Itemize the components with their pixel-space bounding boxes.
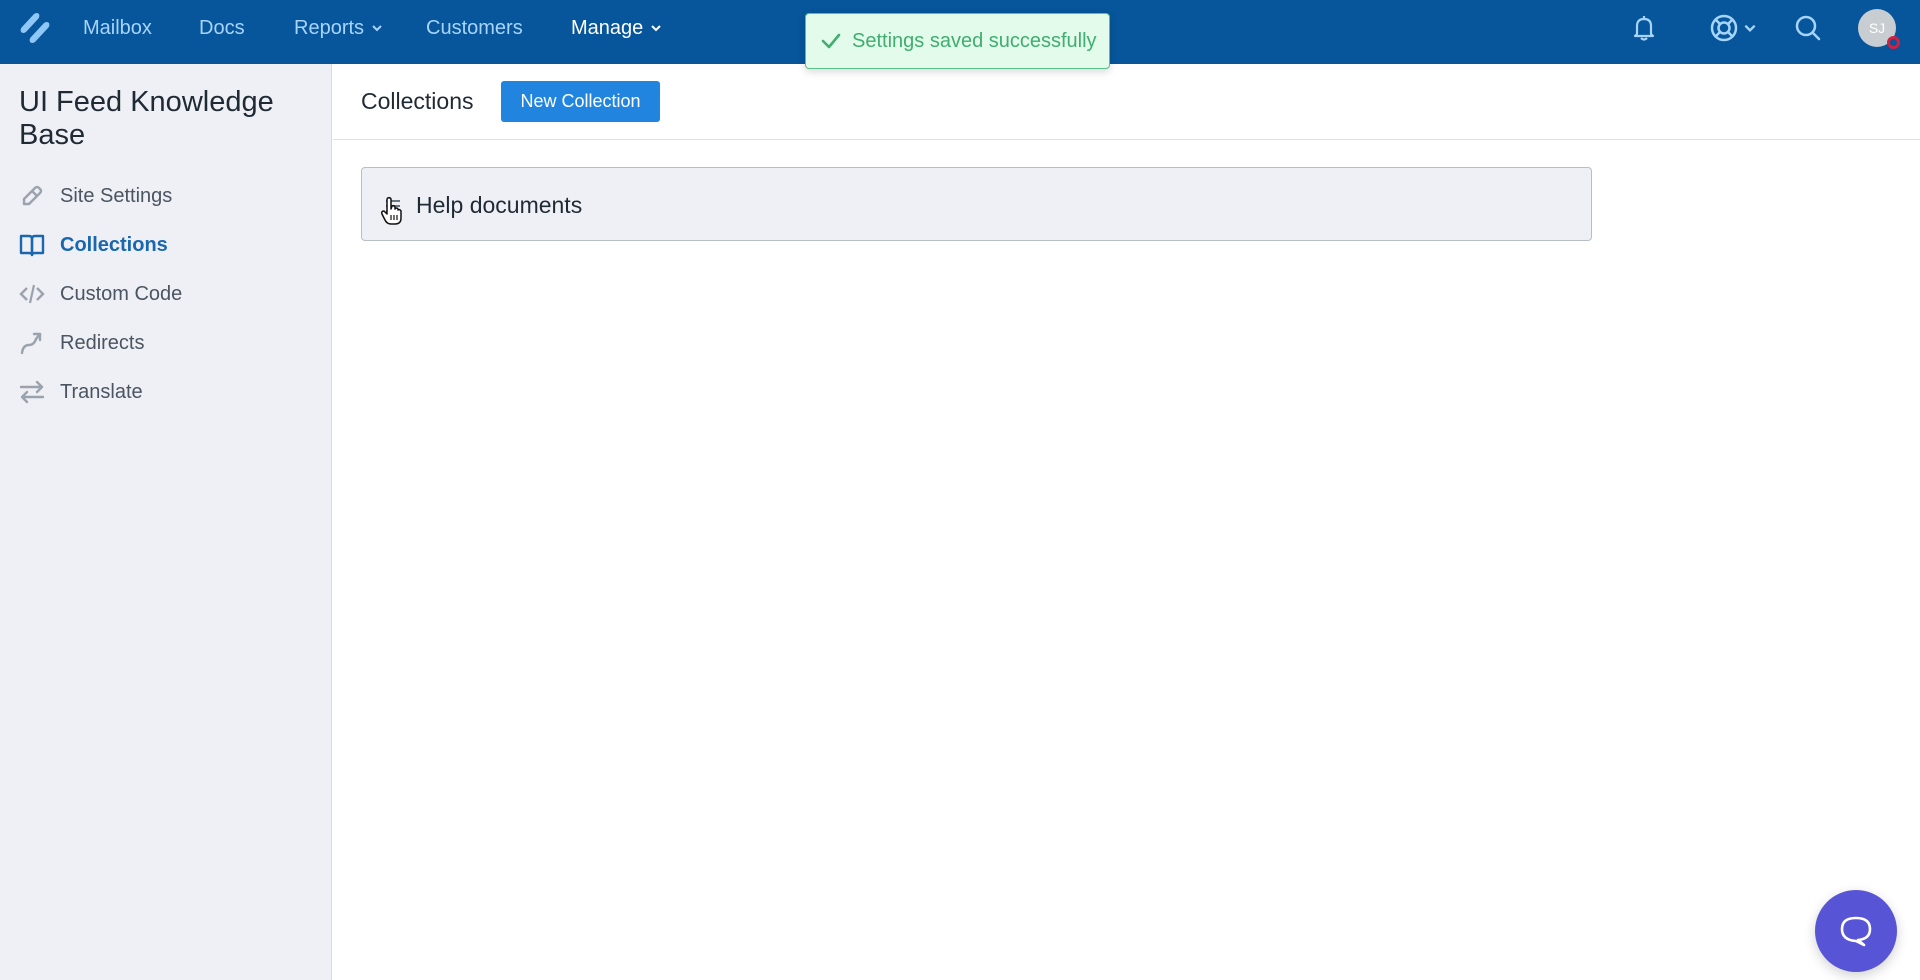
nav-reports-label: Reports [294, 16, 365, 39]
nav-mailbox-label: Mailbox [83, 16, 152, 39]
search-button[interactable] [1792, 10, 1824, 46]
sidebar: UI Feed Knowledge Base Site Settings Col… [0, 64, 332, 980]
check-icon [821, 33, 841, 49]
knowledge-base-title: UI Feed Knowledge Base [19, 86, 274, 151]
sidebar-item-label: Site Settings [60, 184, 173, 207]
sidebar-item-label: Redirects [60, 331, 145, 354]
sidebar-item-redirects[interactable]: Redirects [18, 328, 144, 358]
nav-customers[interactable]: Customers [426, 0, 523, 56]
sidebar-item-label: Translate [60, 380, 143, 403]
nav-manage-label: Manage [571, 16, 644, 39]
collection-item[interactable]: Help documents [361, 167, 1592, 241]
chat-beacon-button[interactable] [1815, 890, 1897, 972]
drag-handle-icon[interactable] [384, 198, 402, 214]
success-toast: Settings saved successfully [805, 13, 1110, 69]
redirect-arrow-icon [18, 329, 46, 357]
swap-arrows-icon [18, 378, 46, 406]
sidebar-item-custom-code[interactable]: Custom Code [18, 279, 182, 309]
nav-manage[interactable]: Manage [571, 0, 662, 56]
nav-reports[interactable]: Reports [294, 0, 383, 56]
sidebar-item-translate[interactable]: Translate [18, 377, 143, 407]
pencil-icon [18, 182, 46, 210]
new-collection-button[interactable]: New Collection [501, 81, 660, 122]
nav-docs-label: Docs [199, 16, 245, 39]
status-indicator [1887, 36, 1900, 49]
chevron-down-icon [650, 22, 662, 34]
sidebar-item-label: Custom Code [60, 282, 183, 305]
sidebar-item-site-settings[interactable]: Site Settings [18, 181, 172, 211]
sidebar-item-label: Collections [60, 233, 168, 256]
chevron-down-icon [1744, 24, 1756, 32]
helpscout-logo-icon[interactable] [18, 11, 52, 45]
sidebar-item-collections[interactable]: Collections [18, 230, 168, 260]
lifebuoy-icon [1710, 14, 1738, 42]
page-title: Collections [361, 88, 474, 114]
chat-bubble-icon [1840, 916, 1872, 947]
search-icon [1795, 15, 1821, 41]
notifications-button[interactable] [1628, 10, 1660, 46]
bell-icon [1633, 16, 1655, 41]
book-icon [18, 231, 46, 259]
nav-docs[interactable]: Docs [199, 0, 245, 56]
chevron-down-icon [371, 22, 383, 34]
nav-customers-label: Customers [426, 16, 523, 39]
nav-mailbox[interactable]: Mailbox [83, 0, 152, 56]
main-header: Collections New Collection [333, 64, 1920, 140]
collection-name: Help documents [416, 192, 583, 218]
avatar-initials: SJ [1868, 20, 1886, 36]
help-menu-button[interactable] [1708, 10, 1757, 46]
toast-message: Settings saved successfully [852, 29, 1097, 52]
code-icon [18, 280, 46, 308]
